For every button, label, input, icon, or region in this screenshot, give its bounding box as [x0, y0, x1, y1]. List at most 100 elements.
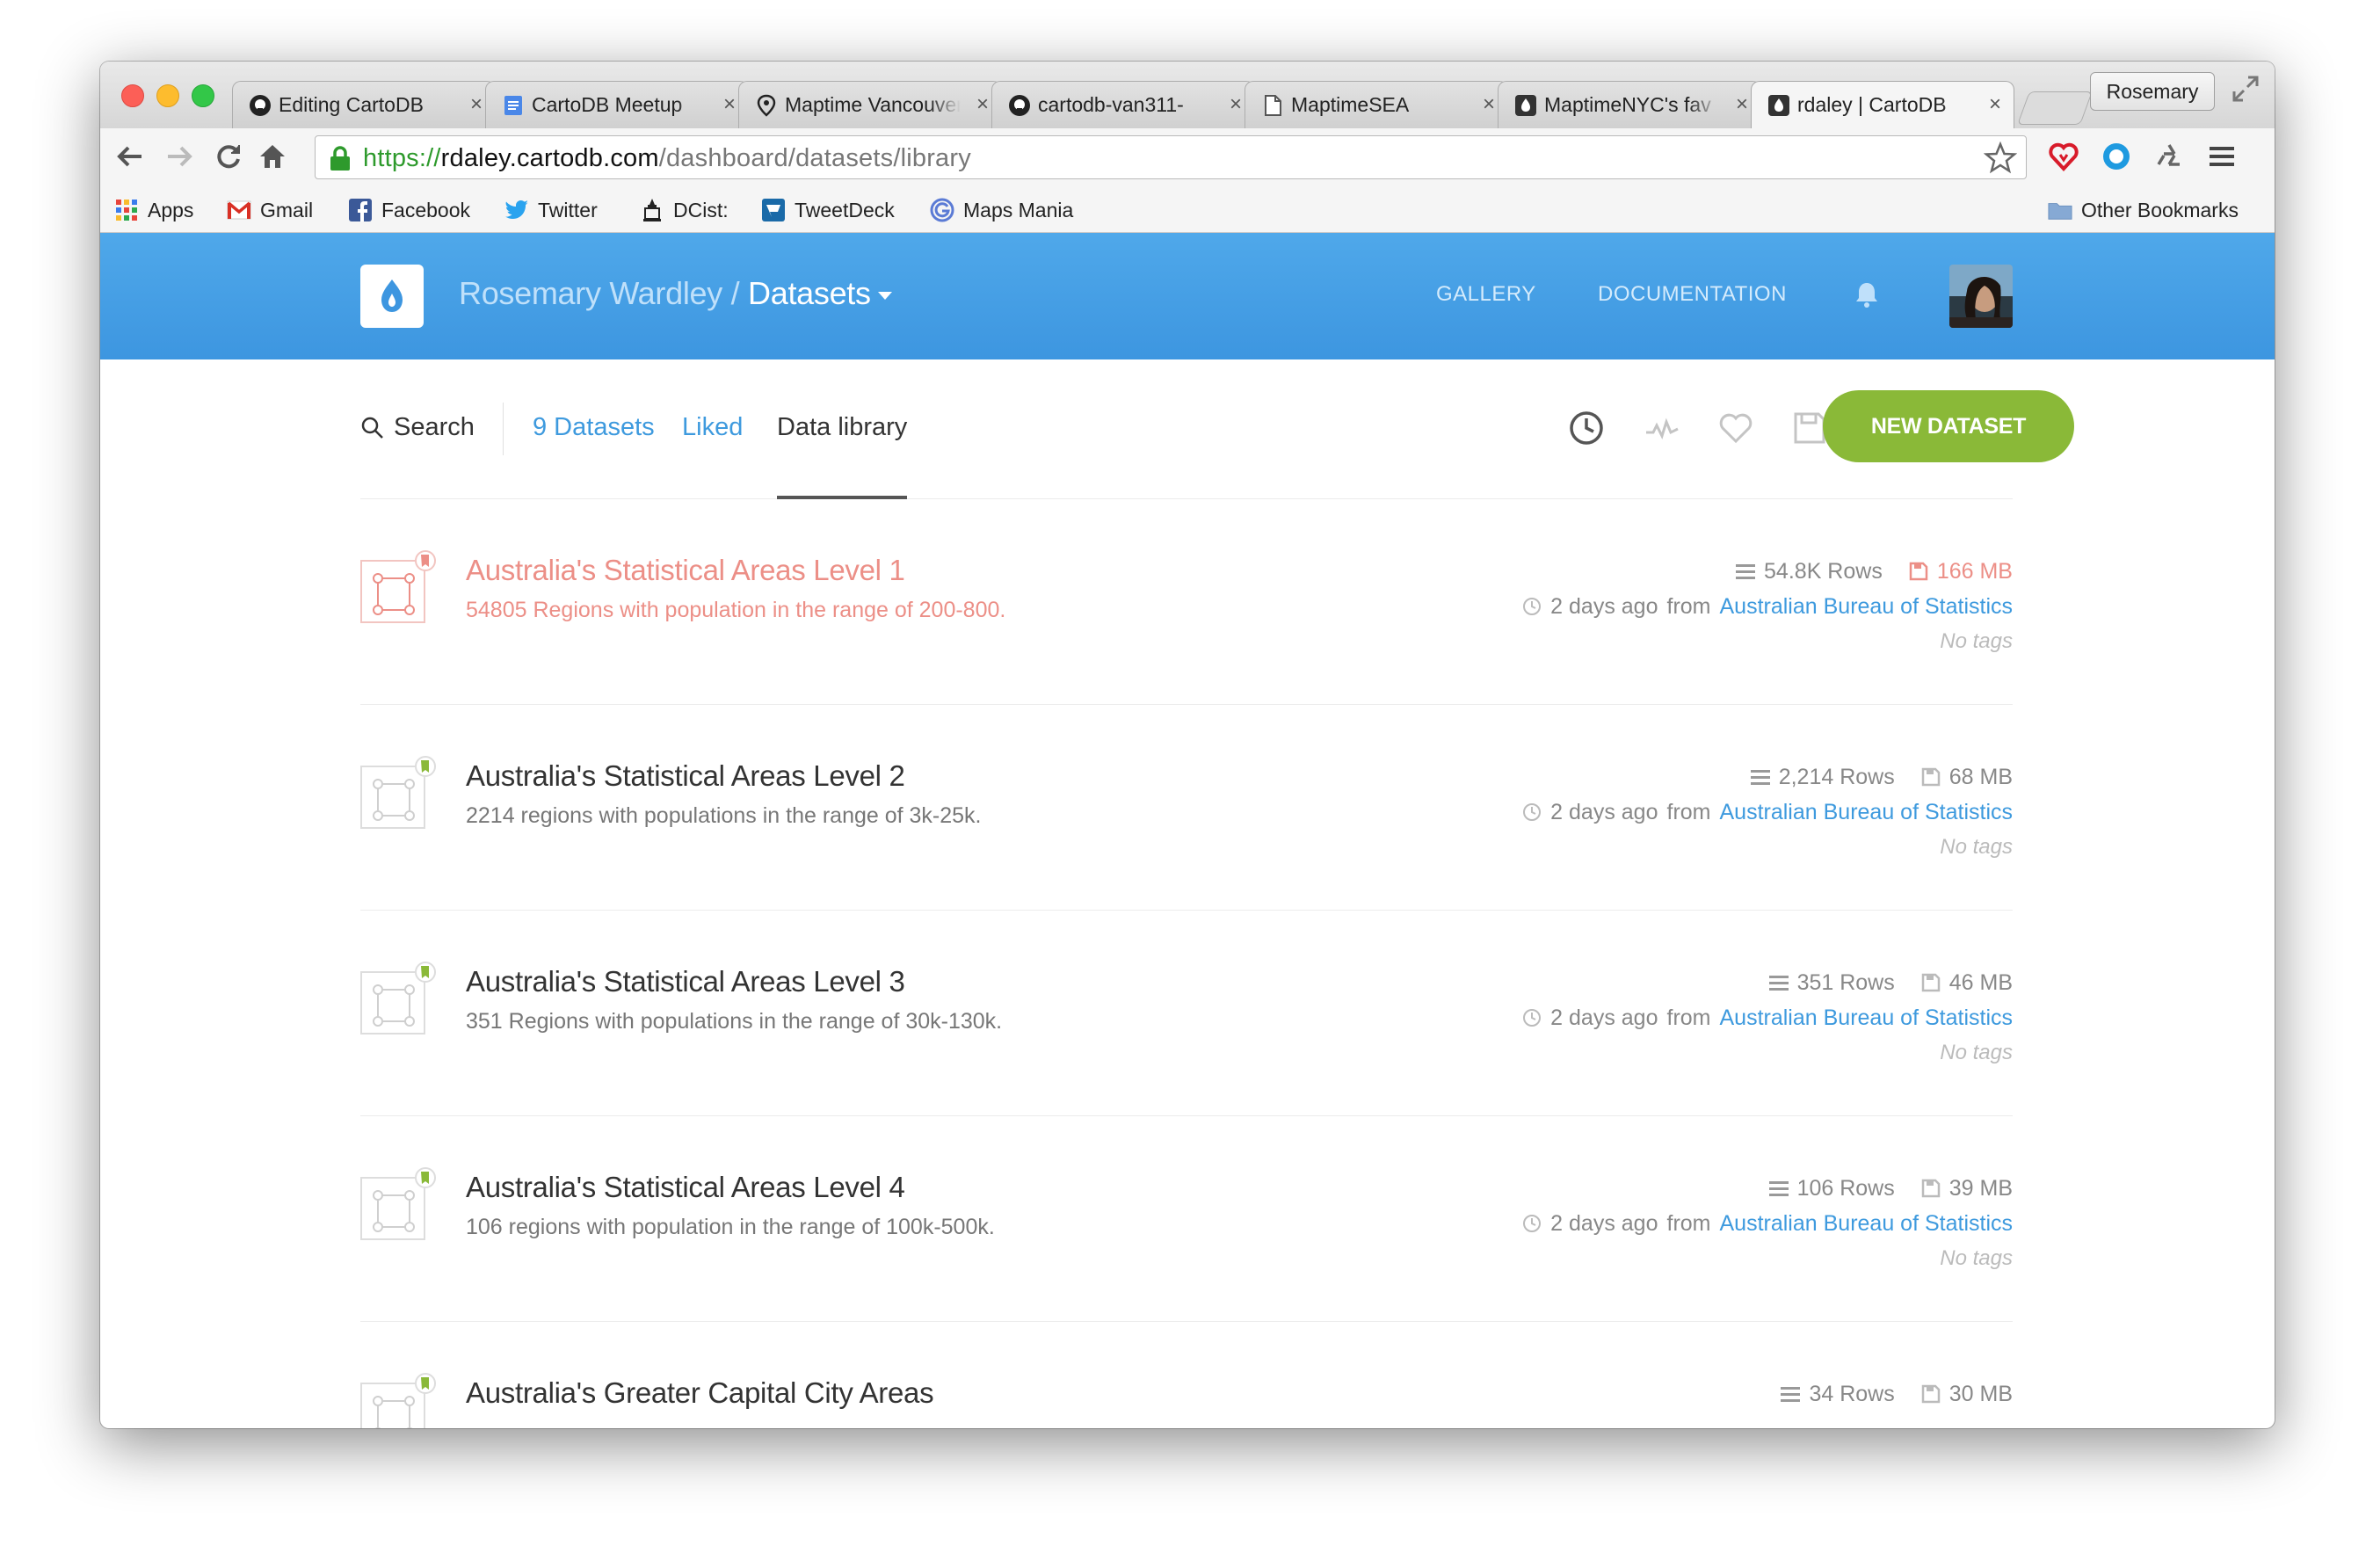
sort-recent-button[interactable]	[1566, 408, 1607, 448]
browser-tab-active[interactable]: rdaley | CartoDB ×	[1751, 81, 2014, 128]
rows-icon	[1768, 1181, 1789, 1196]
avatar[interactable]	[1949, 265, 2013, 328]
back-button[interactable]	[112, 139, 148, 174]
updated-time: 2 days ago	[1550, 1005, 1658, 1030]
dataset-row[interactable]: Australia's Statistical Areas Level 4 10…	[360, 1116, 2013, 1322]
sort-likes-button[interactable]	[1716, 408, 1756, 448]
dataset-title[interactable]: Australia's Statistical Areas Level 3	[466, 965, 905, 998]
dataset-thumbnail-icon	[360, 1167, 436, 1240]
breadcrumb-section[interactable]: Datasets	[748, 275, 892, 311]
dataset-description: 351 Regions with populations in the rang…	[466, 1009, 1003, 1034]
bookmark-maps-mania[interactable]: Maps Mania	[930, 196, 1073, 224]
rows-count: 2,214 Rows	[1750, 764, 1895, 790]
tab-close-icon[interactable]: ×	[976, 94, 989, 115]
tab-close-icon[interactable]: ×	[723, 94, 736, 115]
tab-close-icon[interactable]: ×	[1989, 94, 2001, 115]
bookmark-star-icon[interactable]	[1984, 142, 2017, 175]
home-button[interactable]	[255, 139, 290, 174]
github-icon	[1008, 94, 1031, 117]
bookmark-tweetdeck[interactable]: TweetDeck	[761, 196, 895, 224]
cartodb-icon	[1514, 94, 1537, 117]
dataset-row[interactable]: Australia's Statistical Areas Level 3 35…	[360, 911, 2013, 1116]
dataset-row[interactable]: Australia's Greater Capital City Areas 3…	[360, 1322, 2013, 1428]
gmail-icon	[227, 198, 251, 222]
tab-bar: Editing CartoDB × CartoDB Meetup × Mapti…	[100, 62, 2275, 128]
source-link[interactable]: Australian Bureau of Statistics	[1720, 1005, 2014, 1031]
home-icon	[260, 145, 285, 168]
fullscreen-icon[interactable]	[2231, 74, 2261, 104]
menu-hamburger-icon[interactable]	[2204, 139, 2239, 174]
source-link[interactable]: Australian Bureau of Statistics	[1720, 594, 2014, 620]
breadcrumb-user[interactable]: Rosemary Wardley /	[459, 275, 740, 311]
bookmark-label: Twitter	[538, 198, 598, 221]
bookmark-facebook[interactable]: Facebook	[348, 196, 470, 224]
size-label: 166 MB	[1936, 558, 2013, 584]
cartodb-logo[interactable]	[360, 265, 424, 328]
bookmark-label: Other Bookmarks	[2081, 198, 2239, 221]
url-text: https://rdaley.cartodb.com/dashboard/dat…	[363, 144, 971, 173]
bookmark-label: Gmail	[260, 198, 314, 221]
filter-liked[interactable]: Liked	[682, 413, 743, 442]
rows-icon	[1781, 1387, 1801, 1402]
circle-extension-icon[interactable]	[2099, 139, 2134, 174]
tab-title: Maptime Vancouver	[785, 93, 961, 116]
address-bar[interactable]: https://rdaley.cartodb.com/dashboard/dat…	[315, 135, 2027, 179]
dataset-title[interactable]: Australia's Statistical Areas Level 4	[466, 1171, 905, 1204]
browser-tab[interactable]: CartoDB Meetup ×	[485, 81, 749, 128]
tab-title: Editing CartoDB	[279, 93, 424, 116]
updated-info: 2 days ago from Australian Bureau of Sta…	[1522, 1211, 2013, 1237]
tab-close-icon[interactable]: ×	[1483, 94, 1495, 115]
clock-icon	[1523, 1215, 1542, 1232]
browser-tab[interactable]: MaptimeNYC's fav ×	[1498, 81, 1761, 128]
tab-close-icon[interactable]: ×	[1230, 94, 1242, 115]
dataset-title[interactable]: Australia's Statistical Areas Level 1	[466, 554, 905, 587]
minimize-window-button[interactable]	[156, 84, 179, 107]
tags: No tags	[1940, 629, 2013, 653]
bookmark-apps[interactable]: Apps	[114, 196, 193, 224]
tab-title: CartoDB Meetup	[532, 93, 683, 116]
from-label: from	[1666, 593, 1711, 619]
recycle-extension-icon[interactable]	[2152, 139, 2187, 174]
from-label: from	[1666, 1005, 1711, 1030]
document-icon	[1261, 94, 1284, 117]
nav-documentation[interactable]: DOCUMENTATION	[1598, 282, 1787, 307]
filter-data-library[interactable]: Data library	[777, 413, 907, 442]
source-link[interactable]: Australian Bureau of Statistics	[1720, 1211, 2014, 1237]
browser-tab[interactable]: cartodb-van311- ×	[991, 81, 1255, 128]
bookmark-dcist[interactable]: DCist:	[640, 196, 729, 224]
nav-gallery[interactable]: GALLERY	[1436, 282, 1536, 307]
map-pin-icon	[755, 94, 778, 117]
zoom-window-button[interactable]	[192, 84, 214, 107]
tab-title: MaptimeSEA	[1291, 93, 1410, 116]
updated-time: 2 days ago	[1550, 1210, 1658, 1236]
dataset-row[interactable]: Australia's Statistical Areas Level 1 54…	[360, 499, 2013, 705]
new-dataset-button[interactable]: NEW DATASET	[1823, 390, 2074, 462]
close-window-button[interactable]	[121, 84, 144, 107]
browser-tab[interactable]: Maptime Vancouver ×	[738, 81, 1002, 128]
dataset-row[interactable]: Australia's Statistical Areas Level 2 22…	[360, 705, 2013, 911]
sort-activity-button[interactable]	[1642, 408, 1682, 448]
dataset-title[interactable]: Australia's Statistical Areas Level 2	[466, 759, 905, 793]
source-link[interactable]: Australian Bureau of Statistics	[1720, 800, 2014, 825]
browser-tab[interactable]: Editing CartoDB ×	[232, 81, 496, 128]
rows-label: 2,214 Rows	[1778, 764, 1895, 789]
heart-extension-icon[interactable]	[2046, 139, 2081, 174]
bookmark-twitter[interactable]: Twitter	[504, 196, 598, 224]
notifications-bell-icon[interactable]	[1851, 279, 1883, 310]
profile-button[interactable]: Rosemary	[2090, 72, 2215, 111]
reload-button[interactable]	[211, 139, 246, 174]
dataset-meta: 106 Rows 39 MB 2 days ago from Australia…	[1380, 1174, 2013, 1280]
browser-tab[interactable]: MaptimeSEA ×	[1245, 81, 1508, 128]
bookmark-gmail[interactable]: Gmail	[227, 196, 313, 224]
tab-close-icon[interactable]: ×	[470, 94, 483, 115]
forward-button[interactable]	[162, 139, 197, 174]
filter-datasets[interactable]: 9 Datasets	[533, 413, 655, 442]
rows-count: 34 Rows	[1781, 1382, 1895, 1407]
new-tab-button[interactable]	[2017, 91, 2093, 125]
rows-count: 106 Rows	[1768, 1176, 1895, 1201]
bookmark-other[interactable]: Other Bookmarks	[2048, 196, 2239, 224]
search-button[interactable]: Search	[360, 413, 475, 442]
tab-close-icon[interactable]: ×	[1736, 94, 1748, 115]
bookmark-label: Maps Mania	[963, 198, 1074, 221]
dataset-title[interactable]: Australia's Greater Capital City Areas	[466, 1376, 934, 1410]
